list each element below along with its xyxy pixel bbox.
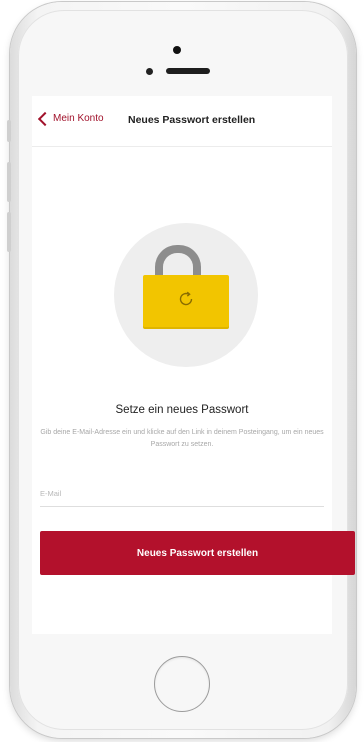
back-button[interactable]: Mein Konto bbox=[37, 111, 104, 126]
refresh-icon bbox=[179, 291, 193, 306]
section-heading: Setze ein neues Passwort bbox=[115, 404, 249, 416]
earpiece-speaker bbox=[166, 68, 210, 74]
front-camera bbox=[173, 46, 181, 54]
back-button-label: Mein Konto bbox=[53, 113, 104, 124]
silent-switch bbox=[7, 120, 11, 142]
lock-refresh-icon bbox=[143, 275, 229, 329]
page-title: Neues Passwort erstellen bbox=[128, 114, 256, 126]
create-password-button[interactable]: Neues Passwort erstellen bbox=[40, 531, 355, 575]
proximity-sensor bbox=[146, 68, 153, 75]
instruction-text: Gib deine E-Mail-Adresse ein und klicke … bbox=[40, 429, 324, 448]
navigation-bar: Mein Konto Neues Passwort erstellen bbox=[32, 96, 332, 147]
chevron-left-icon bbox=[37, 111, 53, 126]
home-button[interactable] bbox=[154, 656, 210, 712]
lock-illustration bbox=[114, 223, 258, 367]
volume-up-button bbox=[7, 162, 11, 202]
email-field[interactable] bbox=[40, 484, 324, 507]
volume-down-button bbox=[7, 212, 11, 252]
